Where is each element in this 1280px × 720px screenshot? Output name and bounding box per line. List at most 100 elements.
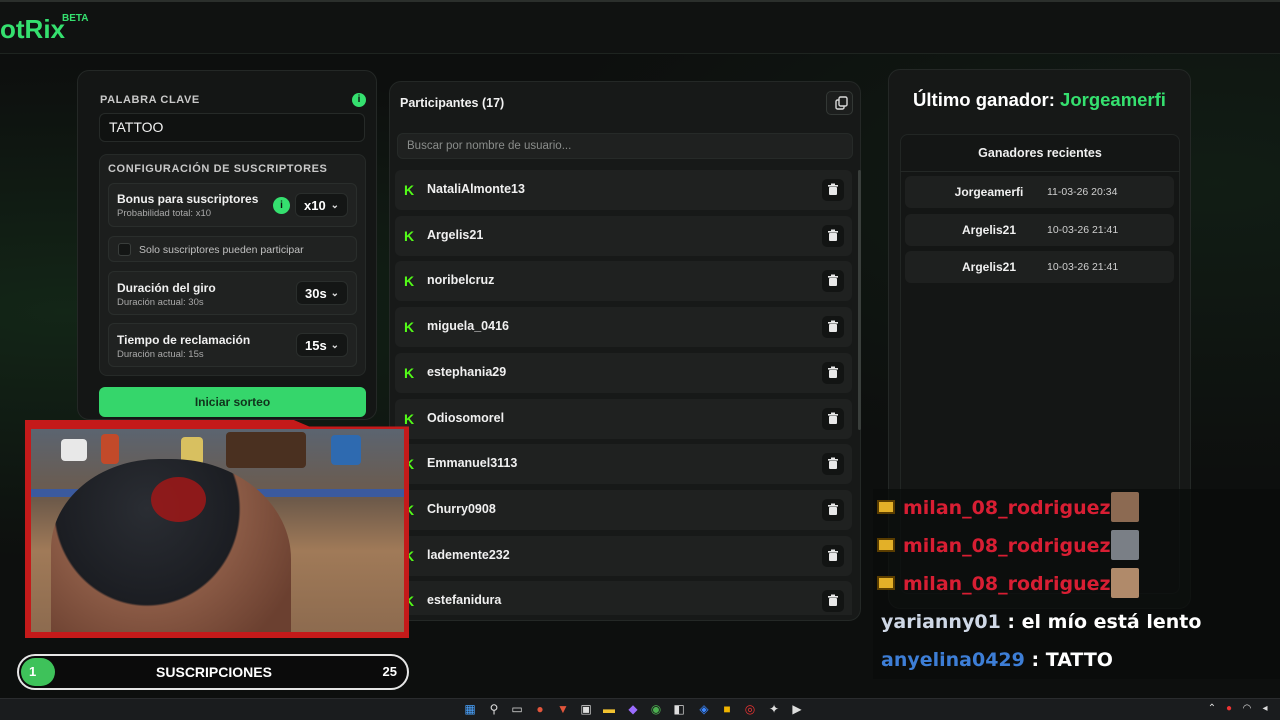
participant-name: miguela_0416 [427,319,509,334]
vpn-icon[interactable]: ◈ [697,702,711,716]
volume-icon[interactable]: ◂ [1258,702,1272,716]
participant-search-input[interactable]: Buscar por nombre de usuario... [397,133,853,159]
last-winner-name: Jorgeamerfi [1060,89,1166,110]
wifi-icon[interactable]: ◠ [1240,702,1254,716]
spin-duration-value: 30s [305,286,327,301]
keyword-info-icon[interactable]: i [352,93,366,107]
recent-winner-date: 11-03-26 20:34 [1047,186,1118,198]
delete-participant-button[interactable] [822,544,844,567]
participant-row[interactable]: Kestephania29 [395,352,852,393]
crown-icon [877,576,895,590]
delete-participant-button[interactable] [822,270,844,293]
obs-icon[interactable]: ✦ [767,702,781,716]
delete-participant-button[interactable] [822,453,844,476]
subs-only-row[interactable]: Solo suscriptores pueden participar [108,236,357,262]
crown-icon [877,500,895,514]
participant-name: estephania29 [427,364,507,379]
participant-row[interactable]: K Churry0908 [395,489,852,530]
claim-time-value: 15s [305,338,327,353]
bonus-info-icon[interactable]: i [273,197,290,214]
browser-icon[interactable]: ◉ [649,702,663,716]
subs-only-checkbox[interactable] [118,243,131,256]
chrome-icon[interactable]: ● [533,702,547,716]
chat-username: milan_08_rodriguez [903,535,1111,557]
tray-icon[interactable]: ⌃ [1205,702,1219,716]
delete-participant-button[interactable] [822,224,844,247]
delete-participant-button[interactable] [822,498,844,521]
participant-row[interactable]: Kestefanidura [395,581,852,615]
recent-winners-title: Ganadores recientes [978,146,1102,160]
app-icon[interactable]: ◧ [672,702,686,716]
bonus-select[interactable]: x10 ⌄ [295,193,348,217]
participant-name: estefanidura [427,593,502,608]
brave-icon[interactable]: ▼ [556,702,570,716]
spin-duration-title: Duración del giro [117,281,216,295]
chat-emote [1111,492,1139,522]
chevron-down-icon: ⌄ [330,200,339,211]
participant-name: noribelcruz [427,273,495,288]
delete-participant-button[interactable] [822,361,844,384]
keyword-label: PALABRA CLAVE [100,94,200,106]
calendar-icon[interactable]: ▣ [579,702,593,716]
delete-participant-button[interactable] [822,590,844,613]
subscriptions-label: SUSCRIPCIONES [156,664,272,680]
keyword-input[interactable]: TATTOO [99,113,365,142]
chat-message: milan_08_rodriguez : [873,489,1280,527]
delete-participant-button[interactable] [822,316,844,339]
trash-icon [828,549,838,561]
task-view-icon[interactable]: ▭ [510,702,524,716]
kick-icon: K [404,273,415,290]
chat-message: anyelina0429 : TATTO [873,641,1280,679]
participant-name: Churry0908 [427,501,496,516]
search-icon[interactable]: ⚲ [487,702,501,716]
trash-icon [828,366,838,378]
tray-icon[interactable]: ● [1222,702,1236,716]
shelf-figure [101,434,119,464]
chevron-down-icon: ⌄ [330,340,339,351]
participant-row[interactable]: Knoribelcruz [395,261,852,302]
bonus-title: Bonus para suscriptores [117,192,259,206]
chat-username: milan_08_rodriguez [903,497,1111,519]
participants-title: Participantes (17) [400,96,505,110]
app-icon[interactable]: ◎ [743,702,757,716]
delete-participant-button[interactable] [822,407,844,430]
app-icon[interactable]: ■ [720,702,734,716]
top-bar: otRix BETA [0,0,1280,54]
chevron-down-icon: ⌄ [330,288,339,299]
participant-name: Argelis21 [427,227,484,242]
claim-time-subtitle: Duración actual: 15s [117,349,204,360]
chat-text: el mío está lento [1015,611,1202,633]
subscriptions-goal-bar: 1 SUSCRIPCIONES 25 [17,654,409,690]
subscriber-config-label: CONFIGURACIÓN DE SUSCRIPTORES [108,163,328,175]
copy-button[interactable] [826,91,853,115]
kick-icon: K [404,410,415,427]
beta-badge: BETA [62,13,89,24]
chat-emote [1111,568,1139,598]
trash-icon [828,594,838,607]
participant-row[interactable]: K Argelis21 [395,215,852,256]
recent-winner-row: Jorgeamerfi 11-03-26 20:34 [905,176,1174,208]
app-logo[interactable]: otRix [0,14,65,45]
participant-row[interactable]: K NataliAlmonte13 [395,170,852,210]
app-icon[interactable]: ◆ [626,702,640,716]
folder-icon[interactable]: ▬ [602,702,616,716]
chat-separator: : [1024,649,1040,671]
participant-name: Odiosomorel [427,410,505,425]
start-icon[interactable]: ▦ [463,702,477,716]
participant-scrollbar[interactable] [858,170,861,430]
participant-row[interactable]: K Odiosomorel [395,398,852,439]
subs-only-label: Solo suscriptores pueden participar [139,244,304,256]
kick-icon: K [404,182,415,198]
shelf-figure [61,439,87,461]
participant-row[interactable]: K Emmanuel3113 [395,444,852,485]
participant-row[interactable]: Kmiguela_0416 [395,307,852,348]
recent-winner-row: Argelis21 10-03-26 21:41 [905,251,1174,283]
spin-duration-select[interactable]: 30s ⌄ [296,281,348,305]
delete-participant-button[interactable] [822,179,844,201]
start-raffle-button[interactable]: Iniciar sorteo [99,387,366,417]
claim-time-select[interactable]: 15s ⌄ [296,333,348,357]
webcam-video [31,429,404,632]
media-icon[interactable]: ▶ [790,702,804,716]
participant-row[interactable]: Klademente232 [395,535,852,576]
bonus-subtitle: Probabilidad total: x10 [117,208,212,219]
